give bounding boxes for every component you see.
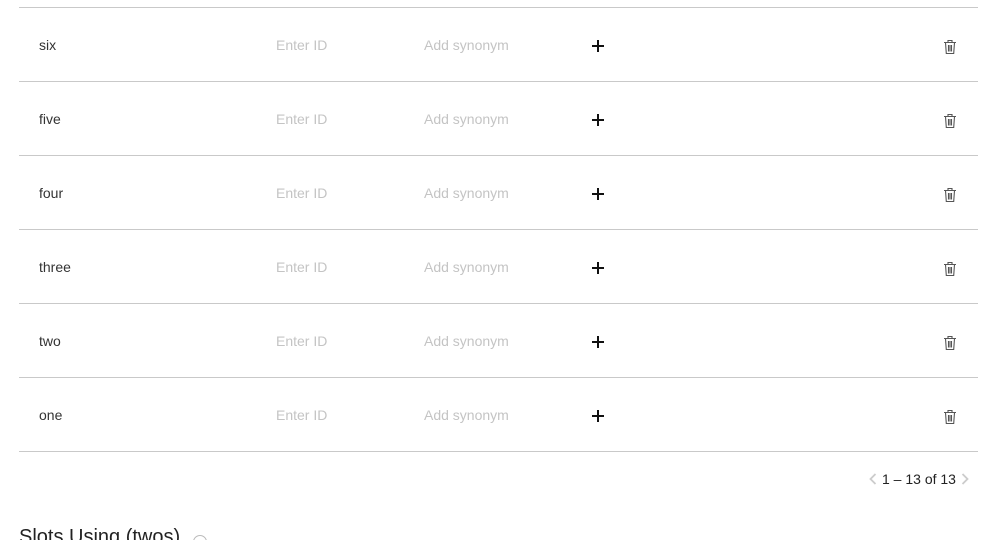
table-row: one bbox=[19, 378, 978, 452]
slot-value-text[interactable]: six bbox=[39, 37, 56, 53]
id-input[interactable] bbox=[276, 257, 396, 277]
chevron-right-icon[interactable] bbox=[960, 472, 970, 486]
id-input[interactable] bbox=[276, 109, 396, 129]
trash-icon[interactable] bbox=[943, 335, 957, 351]
pagination: 1 – 13 of 13 bbox=[868, 470, 970, 488]
plus-icon[interactable] bbox=[590, 334, 606, 350]
id-input[interactable] bbox=[276, 183, 396, 203]
table-row: six bbox=[19, 8, 978, 82]
slot-value-text[interactable]: two bbox=[39, 333, 61, 349]
section-title: Slots Using (twos) bbox=[19, 526, 181, 540]
plus-icon[interactable] bbox=[590, 38, 606, 54]
slot-values-list: six five four three bbox=[19, 8, 978, 452]
trash-icon[interactable] bbox=[943, 187, 957, 203]
synonym-input[interactable] bbox=[424, 109, 574, 129]
synonym-input[interactable] bbox=[424, 183, 574, 203]
plus-icon[interactable] bbox=[590, 186, 606, 202]
help-icon[interactable] bbox=[193, 535, 207, 540]
trash-icon[interactable] bbox=[943, 409, 957, 425]
id-input[interactable] bbox=[276, 331, 396, 351]
chevron-left-icon[interactable] bbox=[868, 472, 878, 486]
table-row: two bbox=[19, 304, 978, 378]
synonym-input[interactable] bbox=[424, 331, 574, 351]
slot-type-editor: six five four three bbox=[0, 0, 1001, 540]
trash-icon[interactable] bbox=[943, 261, 957, 277]
plus-icon[interactable] bbox=[590, 408, 606, 424]
pagination-label: 1 – 13 of 13 bbox=[882, 471, 956, 487]
synonym-input[interactable] bbox=[424, 257, 574, 277]
synonym-input[interactable] bbox=[424, 35, 574, 55]
plus-icon[interactable] bbox=[590, 112, 606, 128]
id-input[interactable] bbox=[276, 35, 396, 55]
plus-icon[interactable] bbox=[590, 260, 606, 276]
slot-value-text[interactable]: one bbox=[39, 407, 62, 423]
trash-icon[interactable] bbox=[943, 113, 957, 129]
table-row: three bbox=[19, 230, 978, 304]
synonym-input[interactable] bbox=[424, 405, 574, 425]
slot-value-text[interactable]: three bbox=[39, 259, 71, 275]
table-row: five bbox=[19, 82, 978, 156]
id-input[interactable] bbox=[276, 405, 396, 425]
table-row: four bbox=[19, 156, 978, 230]
slot-value-text[interactable]: four bbox=[39, 185, 63, 201]
slot-value-text[interactable]: five bbox=[39, 111, 61, 127]
trash-icon[interactable] bbox=[943, 39, 957, 55]
